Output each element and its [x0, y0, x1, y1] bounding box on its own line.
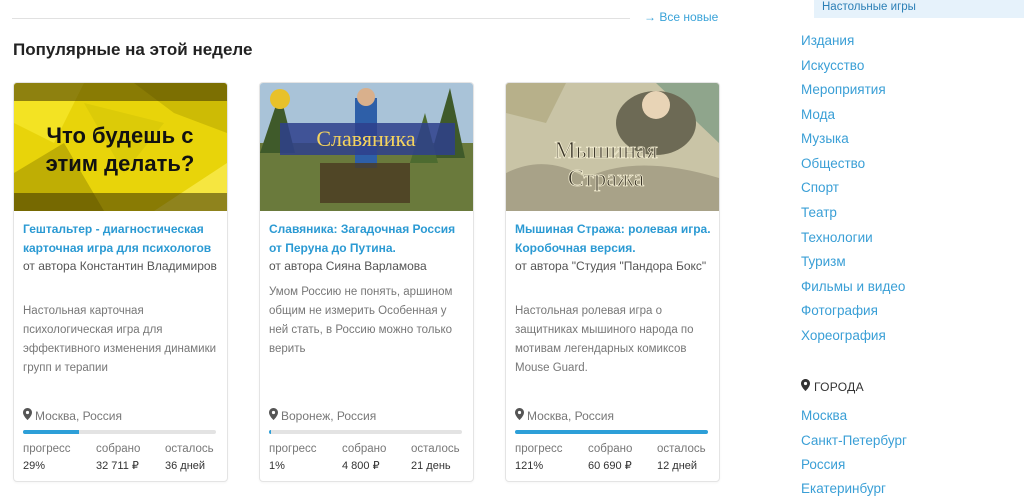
collected-value: 32 711 ₽: [96, 460, 139, 472]
progress-fill: [515, 430, 708, 434]
remaining-value: 36 дней: [165, 460, 206, 472]
progress-bar: [269, 430, 462, 434]
location-text: Москва, Россия: [527, 408, 614, 423]
sidebar-category-item[interactable]: Технологии: [801, 230, 873, 245]
top-divider: [12, 18, 630, 19]
project-image[interactable]: Что будешь с этим делать?: [14, 83, 227, 211]
sidebar-category-item[interactable]: Издания: [801, 33, 854, 48]
project-card[interactable]: Славяника Славяника: Загадочная Россия о…: [259, 82, 474, 482]
location-pin-icon: [515, 408, 524, 423]
project-description: Настольная ролевая игра о защитниках мыш…: [515, 305, 694, 374]
sidebar-active-category[interactable]: Настольные игры: [814, 0, 1024, 18]
project-description: Умом Россию не понять, аршином общим не …: [269, 286, 453, 355]
project-title[interactable]: Славяника: Загадочная Россия от Перуна д…: [269, 220, 467, 258]
progress-value: 121%: [515, 460, 544, 472]
collected-value: 60 690 ₽: [588, 460, 632, 472]
progress-value: 29%: [23, 460, 46, 472]
remaining-label: осталось: [657, 443, 706, 455]
collected-label: собрано: [96, 443, 141, 455]
project-author: от автора Константин Владимиров: [23, 259, 217, 273]
sidebar-category-item[interactable]: Музыка: [801, 131, 849, 146]
progress-bar: [23, 430, 216, 434]
location-pin-icon: [801, 379, 810, 394]
project-title[interactable]: Гештальтер - диагностическая карточная и…: [23, 220, 221, 258]
remaining-value: 21 день: [411, 460, 451, 472]
location-text: Воронеж, Россия: [281, 408, 377, 423]
collected-value: 4 800 ₽: [342, 460, 380, 472]
project-author: от автора Сияна Варламова: [269, 259, 427, 273]
progress-bar: [515, 430, 708, 434]
sidebar-category-item[interactable]: Театр: [801, 205, 837, 220]
remaining-value: 12 дней: [657, 460, 698, 472]
remaining-label: осталось: [411, 443, 460, 455]
project-title[interactable]: Мышиная Стража: ролевая игра. Коробочная…: [515, 220, 713, 258]
project-location: Москва, Россия: [515, 408, 614, 423]
progress-label: прогресс: [269, 443, 317, 455]
project-author: от автора "Студия "Пандора Бокс": [515, 259, 707, 273]
svg-text:Мышиная: Мышиная: [554, 138, 657, 164]
project-location: Воронеж, Россия: [269, 408, 376, 423]
collected-label: собрано: [342, 443, 387, 455]
project-image[interactable]: Мышиная Стража: [506, 83, 719, 211]
svg-text:Стража: Стража: [568, 166, 645, 192]
section-title: Популярные на этой неделе: [13, 40, 253, 59]
cities-heading: ГОРОДА: [801, 379, 864, 394]
project-description: Настольная карточная психологическая игр…: [23, 305, 217, 374]
sidebar-category-item[interactable]: Фотография: [801, 303, 878, 318]
location-text: Москва, Россия: [35, 408, 122, 423]
sidebar-city-item[interactable]: Санкт-Петербург: [801, 433, 907, 448]
sidebar-category-item[interactable]: Мероприятия: [801, 82, 886, 97]
sidebar-category-item[interactable]: Мода: [801, 107, 835, 122]
svg-text:Что будешь с: Что будешь с: [47, 123, 194, 148]
sidebar-category-item[interactable]: Туризм: [801, 254, 846, 269]
sidebar-city-item[interactable]: Россия: [801, 457, 845, 472]
progress-label: прогресс: [515, 443, 563, 455]
sidebar-category-item[interactable]: Спорт: [801, 180, 839, 195]
all-new-link[interactable]: → Все новые: [644, 10, 718, 24]
progress-label: прогресс: [23, 443, 71, 455]
progress-value: 1%: [269, 460, 285, 472]
project-card[interactable]: Мышиная Стража Мышиная Стража: ролевая и…: [505, 82, 720, 482]
svg-text:этим делать?: этим делать?: [46, 151, 195, 176]
progress-fill: [269, 430, 271, 434]
location-pin-icon: [269, 408, 278, 423]
sidebar-category-item[interactable]: Общество: [801, 156, 865, 171]
collected-label: собрано: [588, 443, 633, 455]
sidebar-category-item[interactable]: Хореография: [801, 328, 886, 343]
project-card[interactable]: Что будешь с этим делать? Гештальтер - д…: [13, 82, 228, 482]
project-image[interactable]: Славяника: [260, 83, 473, 211]
remaining-label: осталось: [165, 443, 214, 455]
svg-text:Славяника: Славяника: [316, 126, 416, 151]
location-pin-icon: [23, 408, 32, 423]
sidebar-city-item[interactable]: Екатеринбург: [801, 481, 886, 496]
sidebar-category-item[interactable]: Фильмы и видео: [801, 279, 905, 294]
cities-heading-text: ГОРОДА: [814, 379, 864, 394]
sidebar-category-item[interactable]: Искусство: [801, 58, 864, 73]
project-location: Москва, Россия: [23, 408, 122, 423]
progress-fill: [23, 430, 79, 434]
sidebar-city-item[interactable]: Москва: [801, 408, 847, 423]
